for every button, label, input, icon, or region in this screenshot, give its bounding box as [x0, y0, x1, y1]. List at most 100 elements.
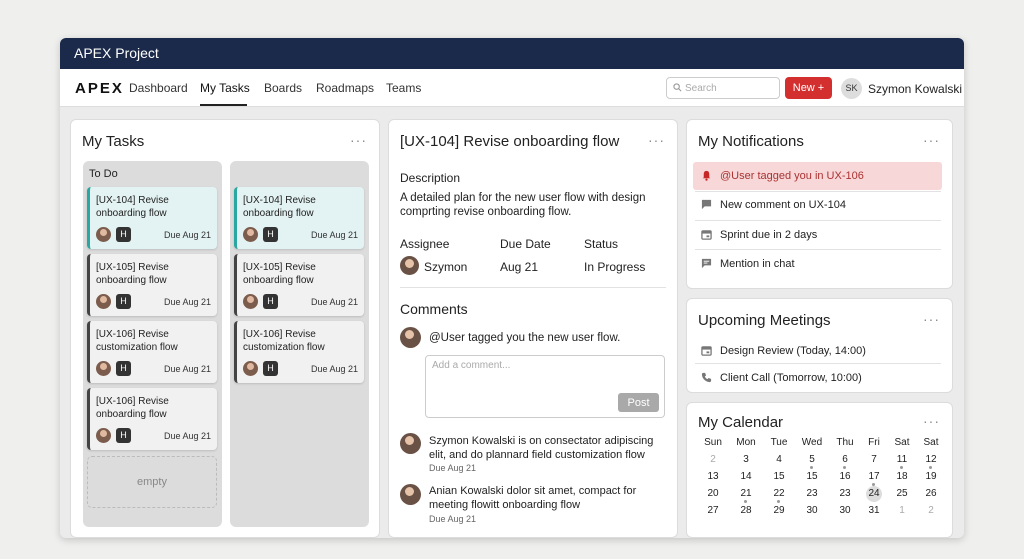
- notification-item[interactable]: Mention in chat: [693, 250, 942, 278]
- more-icon[interactable]: ···: [923, 413, 940, 429]
- notifications-panel: My Notifications ··· @User tagged you in…: [686, 119, 953, 289]
- notification-item[interactable]: New comment on UX-104: [693, 191, 942, 219]
- calendar-day[interactable]: 2: [701, 454, 725, 465]
- tab-dashboard[interactable]: Dashboard: [129, 81, 188, 95]
- calendar-day[interactable]: 5: [800, 454, 824, 469]
- calendar-day[interactable]: 15: [800, 471, 824, 482]
- task-due: Due Aug 21: [163, 297, 211, 307]
- calendar-day[interactable]: 20: [701, 488, 725, 499]
- panel-title: My Calendar: [698, 414, 784, 431]
- apex-logo[interactable]: APEX: [75, 80, 124, 97]
- calendar-day[interactable]: 26: [919, 488, 943, 499]
- calendar-day-today[interactable]: 24: [862, 488, 886, 499]
- task-card[interactable]: [UX-106] Revise onboarding flow H Due Au…: [87, 388, 217, 450]
- calendar-day[interactable]: 4: [767, 454, 791, 465]
- calendar-day[interactable]: 29: [767, 505, 791, 516]
- calendar-day[interactable]: 15: [767, 471, 791, 482]
- assignee-avatar: [400, 256, 419, 275]
- calendar-day[interactable]: 30: [833, 505, 857, 516]
- window-title: APEX Project: [60, 38, 964, 69]
- calendar-day[interactable]: 1: [890, 505, 914, 516]
- task-card[interactable]: [UX-104] Revise onboarding flow H Due Au…: [87, 187, 217, 249]
- weekday-label: Fri: [868, 437, 880, 448]
- calendar-day[interactable]: 6: [833, 454, 857, 469]
- task-title: [UX-105] Revise onboarding flow: [96, 262, 169, 286]
- more-icon[interactable]: ···: [923, 132, 940, 148]
- calendar-day[interactable]: 18: [890, 471, 914, 482]
- app-window: APEX Project APEX Dashboard My Tasks Boa…: [60, 38, 964, 538]
- calendar-day[interactable]: 25: [890, 488, 914, 499]
- notification-item[interactable]: @User tagged you in UX-106: [693, 162, 942, 190]
- priority-badge: H: [116, 428, 131, 443]
- calendar-day[interactable]: 22: [767, 488, 791, 503]
- calendar-icon: [701, 230, 712, 240]
- task-title: [UX-105] Revise onboarding flow: [243, 262, 316, 286]
- calendar-day[interactable]: 14: [734, 471, 758, 482]
- calendar-icon: [701, 346, 712, 356]
- calendar-day[interactable]: 13: [701, 471, 725, 482]
- comment-text: Anian Kowalski dolor sit amet, compact f…: [429, 485, 637, 511]
- calendar-day[interactable]: 12: [919, 454, 943, 469]
- user-name[interactable]: Szymon Kowalski: [868, 82, 962, 96]
- calendar-day[interactable]: 3: [734, 454, 758, 465]
- more-icon[interactable]: ···: [350, 132, 367, 148]
- avatar: [96, 294, 111, 309]
- calendar-day[interactable]: 17: [862, 471, 886, 486]
- calendar-day[interactable]: 31: [862, 505, 886, 516]
- calendar-day[interactable]: 30: [800, 505, 824, 516]
- tab-boards[interactable]: Boards: [264, 81, 302, 95]
- calendar-day[interactable]: 21: [734, 488, 758, 503]
- meeting-item[interactable]: Design Review (Today, 14:00): [693, 337, 942, 365]
- notification-text: @User tagged you in UX-106: [720, 170, 864, 182]
- status-value[interactable]: In Progress: [584, 260, 645, 274]
- user-avatar[interactable]: SK: [841, 78, 862, 99]
- tab-teams[interactable]: Teams: [386, 81, 421, 95]
- assignee-value[interactable]: Szymon: [424, 260, 467, 274]
- tab-roadmaps[interactable]: Roadmaps: [316, 81, 374, 95]
- calendar-day[interactable]: 27: [701, 505, 725, 516]
- notification-item[interactable]: Sprint due in 2 days: [693, 221, 942, 249]
- task-detail-title: [UX-104] Revise onboarding flow: [400, 133, 620, 150]
- calendar-day[interactable]: 23: [800, 488, 824, 499]
- notification-text: Sprint due in 2 days: [720, 229, 818, 241]
- description-label: Description: [400, 171, 461, 185]
- more-icon[interactable]: ···: [923, 311, 940, 327]
- meeting-text: Design Review (Today, 14:00): [720, 345, 866, 357]
- notification-text: New comment on UX-104: [720, 199, 846, 211]
- task-due: Due Aug 21: [163, 364, 211, 374]
- weekday-label: Thu: [836, 437, 854, 448]
- avatar: [400, 327, 421, 348]
- panel-title: Upcoming Meetings: [698, 312, 831, 329]
- phone-icon: [701, 372, 712, 383]
- calendar-day[interactable]: 23: [833, 488, 857, 499]
- description-text: A detailed plan for the new user flow wi…: [400, 192, 646, 218]
- new-button[interactable]: New +: [785, 77, 832, 99]
- empty-drop-zone[interactable]: empty: [87, 456, 217, 508]
- calendar-day[interactable]: 19: [919, 471, 943, 482]
- avatar: [96, 361, 111, 376]
- comment-input[interactable]: [432, 360, 657, 380]
- post-button[interactable]: Post: [618, 393, 659, 412]
- calendar-day[interactable]: 2: [919, 505, 943, 516]
- task-due: Due Aug 21: [310, 230, 358, 240]
- tab-my-tasks[interactable]: My Tasks: [200, 81, 250, 95]
- task-card[interactable]: [UX-106] Revise customization flow H Due…: [87, 321, 217, 383]
- task-title: [UX-106] Revise customization flow: [243, 329, 325, 353]
- search-box[interactable]: [666, 77, 780, 99]
- comments-label: Comments: [400, 301, 468, 317]
- calendar-day[interactable]: 7: [862, 454, 886, 465]
- assignee-label: Assignee: [400, 237, 450, 251]
- more-icon[interactable]: ···: [648, 132, 665, 148]
- task-card[interactable]: [UX-105] Revise onboarding flow H Due Au…: [234, 254, 364, 316]
- task-card[interactable]: [UX-106] Revise customization flow H Due…: [234, 321, 364, 383]
- search-input[interactable]: [685, 80, 775, 96]
- task-card[interactable]: [UX-105] Revise onboarding flow H Due Au…: [87, 254, 217, 316]
- calendar-day[interactable]: 11: [890, 454, 914, 469]
- meeting-item[interactable]: Client Call (Tomorrow, 10:00): [693, 364, 942, 392]
- weekday-label: Wed: [801, 437, 823, 448]
- calendar-day[interactable]: 28: [734, 505, 758, 516]
- task-card[interactable]: [UX-104] Revise onboarding flow H Due Au…: [234, 187, 364, 249]
- calendar-day[interactable]: 16: [833, 471, 857, 482]
- avatar: [400, 484, 421, 505]
- due-date-value[interactable]: Aug 21: [500, 260, 538, 274]
